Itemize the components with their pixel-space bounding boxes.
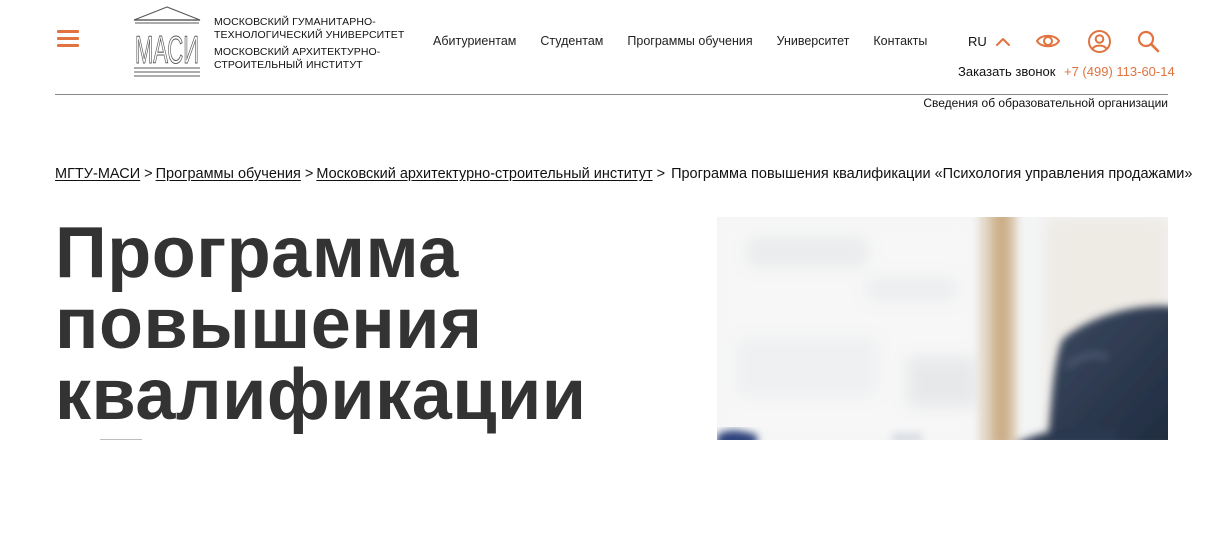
edu-info-link[interactable]: Сведения об образовательной организации — [923, 96, 1168, 110]
phone-link[interactable]: +7 (499) 113-60-14 — [1064, 64, 1175, 79]
eye-icon[interactable] — [1035, 30, 1061, 57]
user-icon[interactable] — [1087, 29, 1112, 59]
hero-title-clip: Программа повышения квалификации — [0, 0, 700, 440]
title-line-1: Программа — [55, 213, 459, 293]
chevron-up-icon — [995, 37, 1010, 46]
nav-contacts[interactable]: Контакты — [873, 34, 927, 48]
title-line-2: повышения — [55, 284, 483, 364]
language-switcher[interactable]: RU — [968, 34, 1011, 49]
search-icon[interactable] — [1136, 29, 1161, 59]
title-line-3: квалификации — [55, 355, 587, 435]
callback-link[interactable]: Заказать звонок — [958, 64, 1055, 79]
breadcrumb-current: Программа повышения квалификации «Психол… — [671, 166, 1193, 182]
page-title: Программа повышения квалификации — [55, 213, 675, 435]
hero-image — [717, 217, 1168, 440]
nav-university[interactable]: Университет — [777, 34, 850, 48]
language-label: RU — [968, 34, 987, 49]
title-accent-line — [100, 439, 142, 440]
